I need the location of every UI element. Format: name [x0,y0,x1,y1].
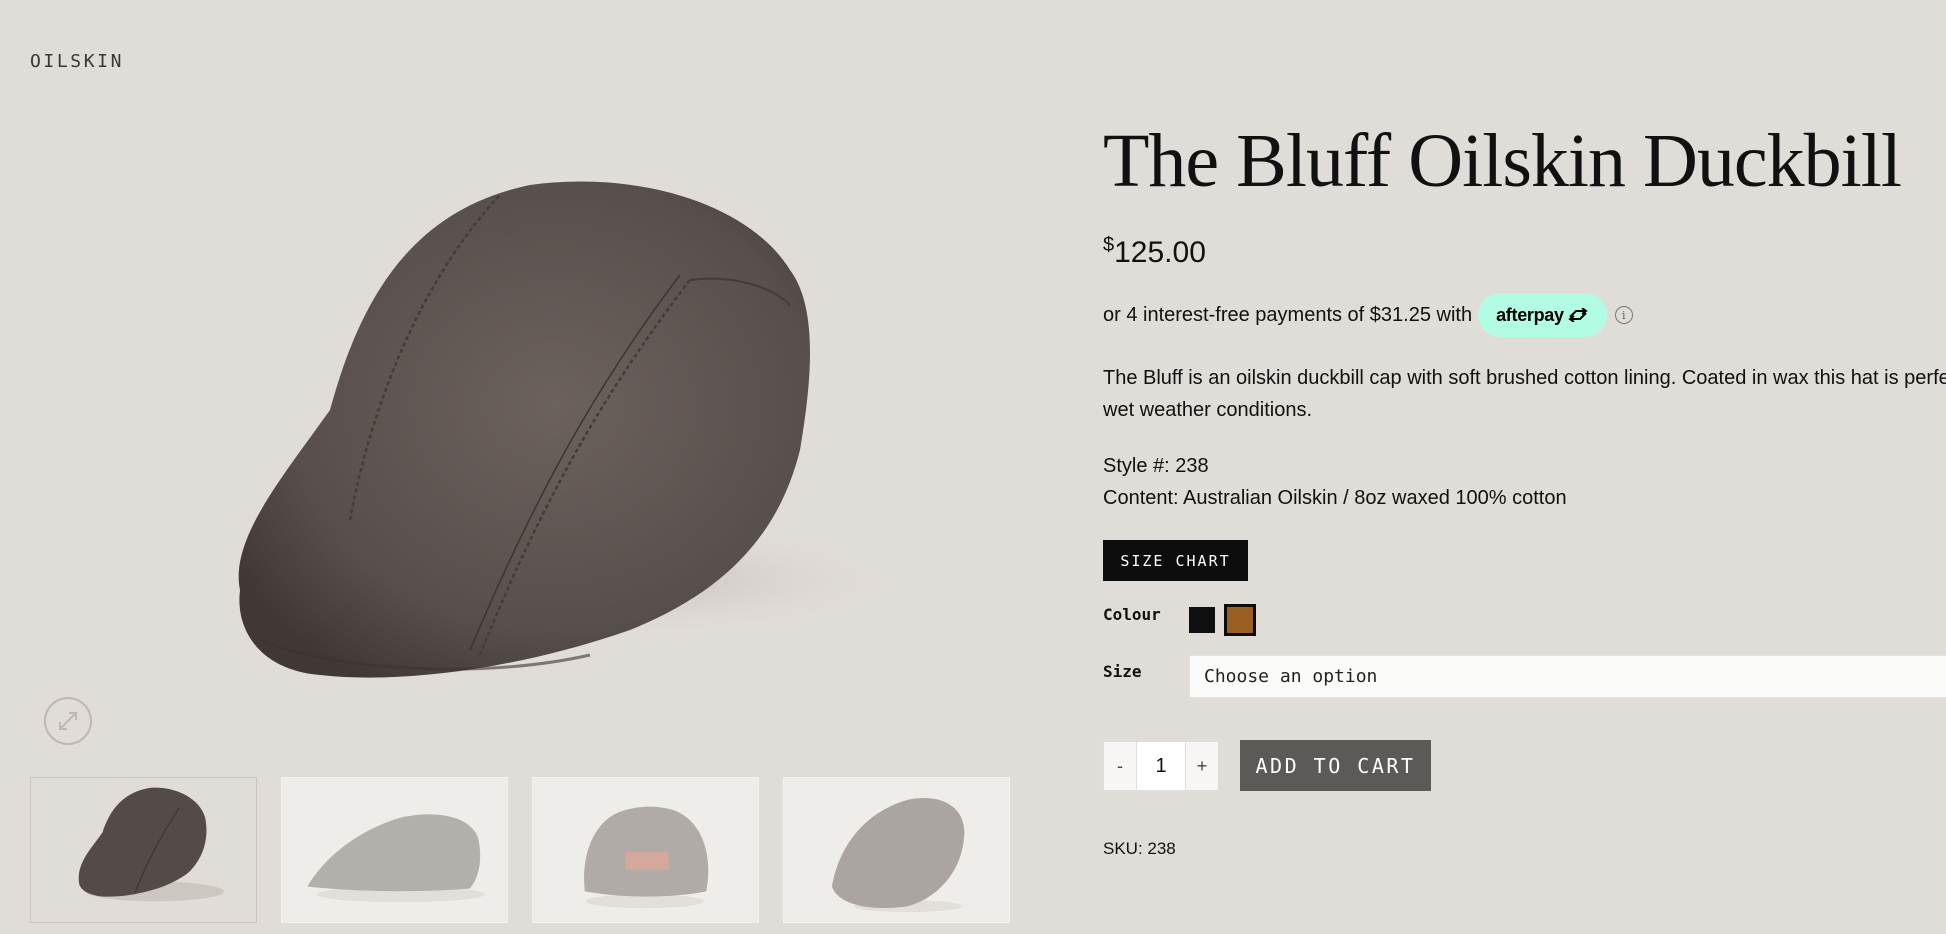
product-description: The Bluff is an oilskin duckbill cap wit… [1103,367,1946,421]
info-icon[interactable]: i [1614,306,1633,324]
colour-label: Colour [1103,605,1161,624]
afterpay-text: or 4 interest-free payments of $31.25 wi… [1103,303,1473,326]
quantity-increase-button[interactable]: + [1185,741,1219,791]
product-price: $125.00 [1103,234,1206,270]
afterpay-message: or 4 interest-free payments of $31.25 wi… [1103,293,1633,337]
add-to-cart-button[interactable]: ADD TO CART [1240,740,1431,791]
product-sku: SKU: 238 [1103,839,1176,858]
price-currency: $ [1103,234,1115,256]
product-title: The Bluff Oilskin Duckbill [1103,119,1902,203]
zoom-button[interactable] [44,697,92,745]
cap-thumbnail-image [282,778,507,922]
product-style-number: Style #: 238 [1103,455,1209,477]
main-product-image[interactable] [30,110,1010,750]
afterpay-logo-text: afterpay [1496,304,1564,325]
product-content: Content: Australian Oilskin / 8oz waxed … [1103,487,1567,509]
quantity-decrease-button[interactable]: - [1103,741,1137,791]
expand-arrows-icon [59,712,77,730]
duckbill-cap-image [30,110,1010,750]
size-chart-button[interactable]: SIZE CHART [1103,540,1248,581]
quantity-input[interactable]: 1 [1137,741,1185,791]
colour-swatch-black[interactable] [1189,607,1215,633]
thumbnail-front[interactable] [783,777,1010,923]
size-select[interactable]: Choose an option [1189,655,1946,698]
thumbnail-back[interactable] [532,777,759,923]
quantity-stepper: - 1 + [1103,741,1219,791]
afterpay-badge[interactable]: afterpay [1478,293,1607,337]
afterpay-arrows-icon [1568,308,1588,322]
thumbnail-side[interactable] [281,777,508,923]
price-amount: 125.00 [1114,236,1206,269]
cap-thumbnail-image [31,778,256,922]
cap-thumbnail-image [533,778,758,922]
colour-swatch-brown[interactable] [1224,604,1256,636]
product-info: The Bluff Oilskin Duckbill $125.00 or 4 … [1103,0,1946,934]
size-label: Size [1103,662,1142,681]
thumbnail-three-quarter[interactable] [30,777,257,923]
brand-logo[interactable]: OILSKIN [30,51,124,72]
cap-thumbnail-image [784,778,1009,922]
